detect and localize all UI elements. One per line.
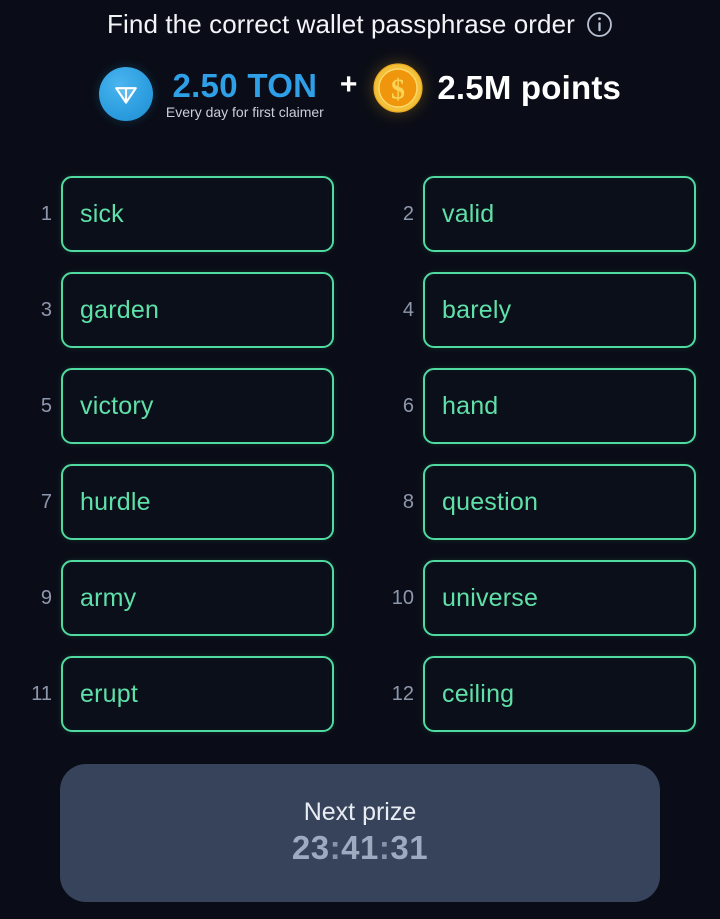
- ton-prize-group: 2.50 TON Every day for first claimer: [98, 66, 324, 121]
- word-index: 2: [402, 203, 414, 225]
- ton-amount: 2.50 TON: [172, 66, 318, 104]
- word-cell: 3 garden: [24, 272, 334, 348]
- word-label: sick: [80, 199, 124, 228]
- word-label: erupt: [80, 679, 138, 708]
- next-prize-countdown: 23:41:31: [292, 829, 428, 867]
- word-button-1[interactable]: sick: [61, 176, 334, 252]
- ton-coin-icon: [98, 66, 153, 121]
- passphrase-word-grid: 1 sick 2 valid 3 garden 4 barely 5 victo…: [0, 176, 720, 732]
- word-cell: 6 hand: [386, 368, 696, 444]
- prize-plus-separator: +: [339, 68, 358, 101]
- word-label: ceiling: [442, 679, 515, 708]
- word-button-7[interactable]: hurdle: [61, 464, 334, 540]
- word-cell: 4 barely: [386, 272, 696, 348]
- word-cell: 8 question: [386, 464, 696, 540]
- points-amount: 2.5M points: [437, 69, 622, 106]
- word-button-11[interactable]: erupt: [61, 656, 334, 732]
- word-label: army: [80, 583, 137, 612]
- page-title: Find the correct wallet passphrase order: [107, 8, 575, 39]
- info-circle-icon[interactable]: [586, 11, 613, 38]
- countdown-separator: :: [378, 829, 391, 867]
- word-index: 4: [402, 299, 414, 321]
- word-button-8[interactable]: question: [423, 464, 696, 540]
- points-prize-group: $ 2.5M points: [373, 63, 621, 113]
- word-label: hand: [442, 391, 499, 420]
- word-label: barely: [442, 295, 512, 324]
- countdown-hours: 23: [291, 829, 330, 867]
- word-button-9[interactable]: army: [61, 560, 334, 636]
- word-label: victory: [80, 391, 154, 420]
- word-cell: 11 erupt: [24, 656, 334, 732]
- word-cell: 5 victory: [24, 368, 334, 444]
- word-index: 11: [31, 683, 52, 705]
- word-button-2[interactable]: valid: [423, 176, 696, 252]
- word-label: question: [442, 487, 539, 516]
- word-cell: 1 sick: [24, 176, 334, 252]
- word-label: valid: [442, 199, 495, 228]
- word-label: hurdle: [80, 487, 151, 516]
- word-cell: 2 valid: [386, 176, 696, 252]
- word-index: 10: [391, 587, 414, 609]
- svg-text:$: $: [391, 75, 405, 106]
- word-cell: 12 ceiling: [386, 656, 696, 732]
- word-index: 8: [402, 491, 414, 513]
- word-index: 9: [40, 587, 52, 609]
- word-cell: 7 hurdle: [24, 464, 334, 540]
- word-button-3[interactable]: garden: [61, 272, 334, 348]
- word-cell: 9 army: [24, 560, 334, 636]
- word-index: 7: [40, 491, 52, 513]
- next-prize-panel: Next prize 23:41:31: [60, 764, 660, 902]
- word-button-5[interactable]: victory: [61, 368, 334, 444]
- countdown-separator: :: [329, 829, 342, 867]
- word-label: garden: [80, 295, 160, 324]
- word-button-10[interactable]: universe: [423, 560, 696, 636]
- word-button-6[interactable]: hand: [423, 368, 696, 444]
- next-prize-label: Next prize: [303, 797, 417, 826]
- word-index: 1: [40, 203, 52, 225]
- page-title-row: Find the correct wallet passphrase order: [0, 0, 720, 42]
- word-index: 6: [402, 395, 414, 417]
- countdown-seconds: 31: [390, 829, 429, 867]
- gold-coin-dollar-icon: $: [373, 63, 423, 113]
- word-button-4[interactable]: barely: [423, 272, 696, 348]
- word-index: 3: [40, 299, 52, 321]
- countdown-minutes: 41: [341, 829, 379, 867]
- ton-text-group: 2.50 TON Every day for first claimer: [165, 66, 324, 121]
- word-label: universe: [442, 583, 539, 612]
- word-button-12[interactable]: ceiling: [423, 656, 696, 732]
- ton-subtitle: Every day for first claimer: [165, 104, 324, 121]
- passphrase-order-screen: Find the correct wallet passphrase order…: [0, 0, 720, 919]
- word-cell: 10 universe: [386, 560, 696, 636]
- word-index: 5: [40, 395, 52, 417]
- word-index: 12: [391, 683, 414, 705]
- prize-banner: 2.50 TON Every day for first claimer + $…: [0, 56, 720, 132]
